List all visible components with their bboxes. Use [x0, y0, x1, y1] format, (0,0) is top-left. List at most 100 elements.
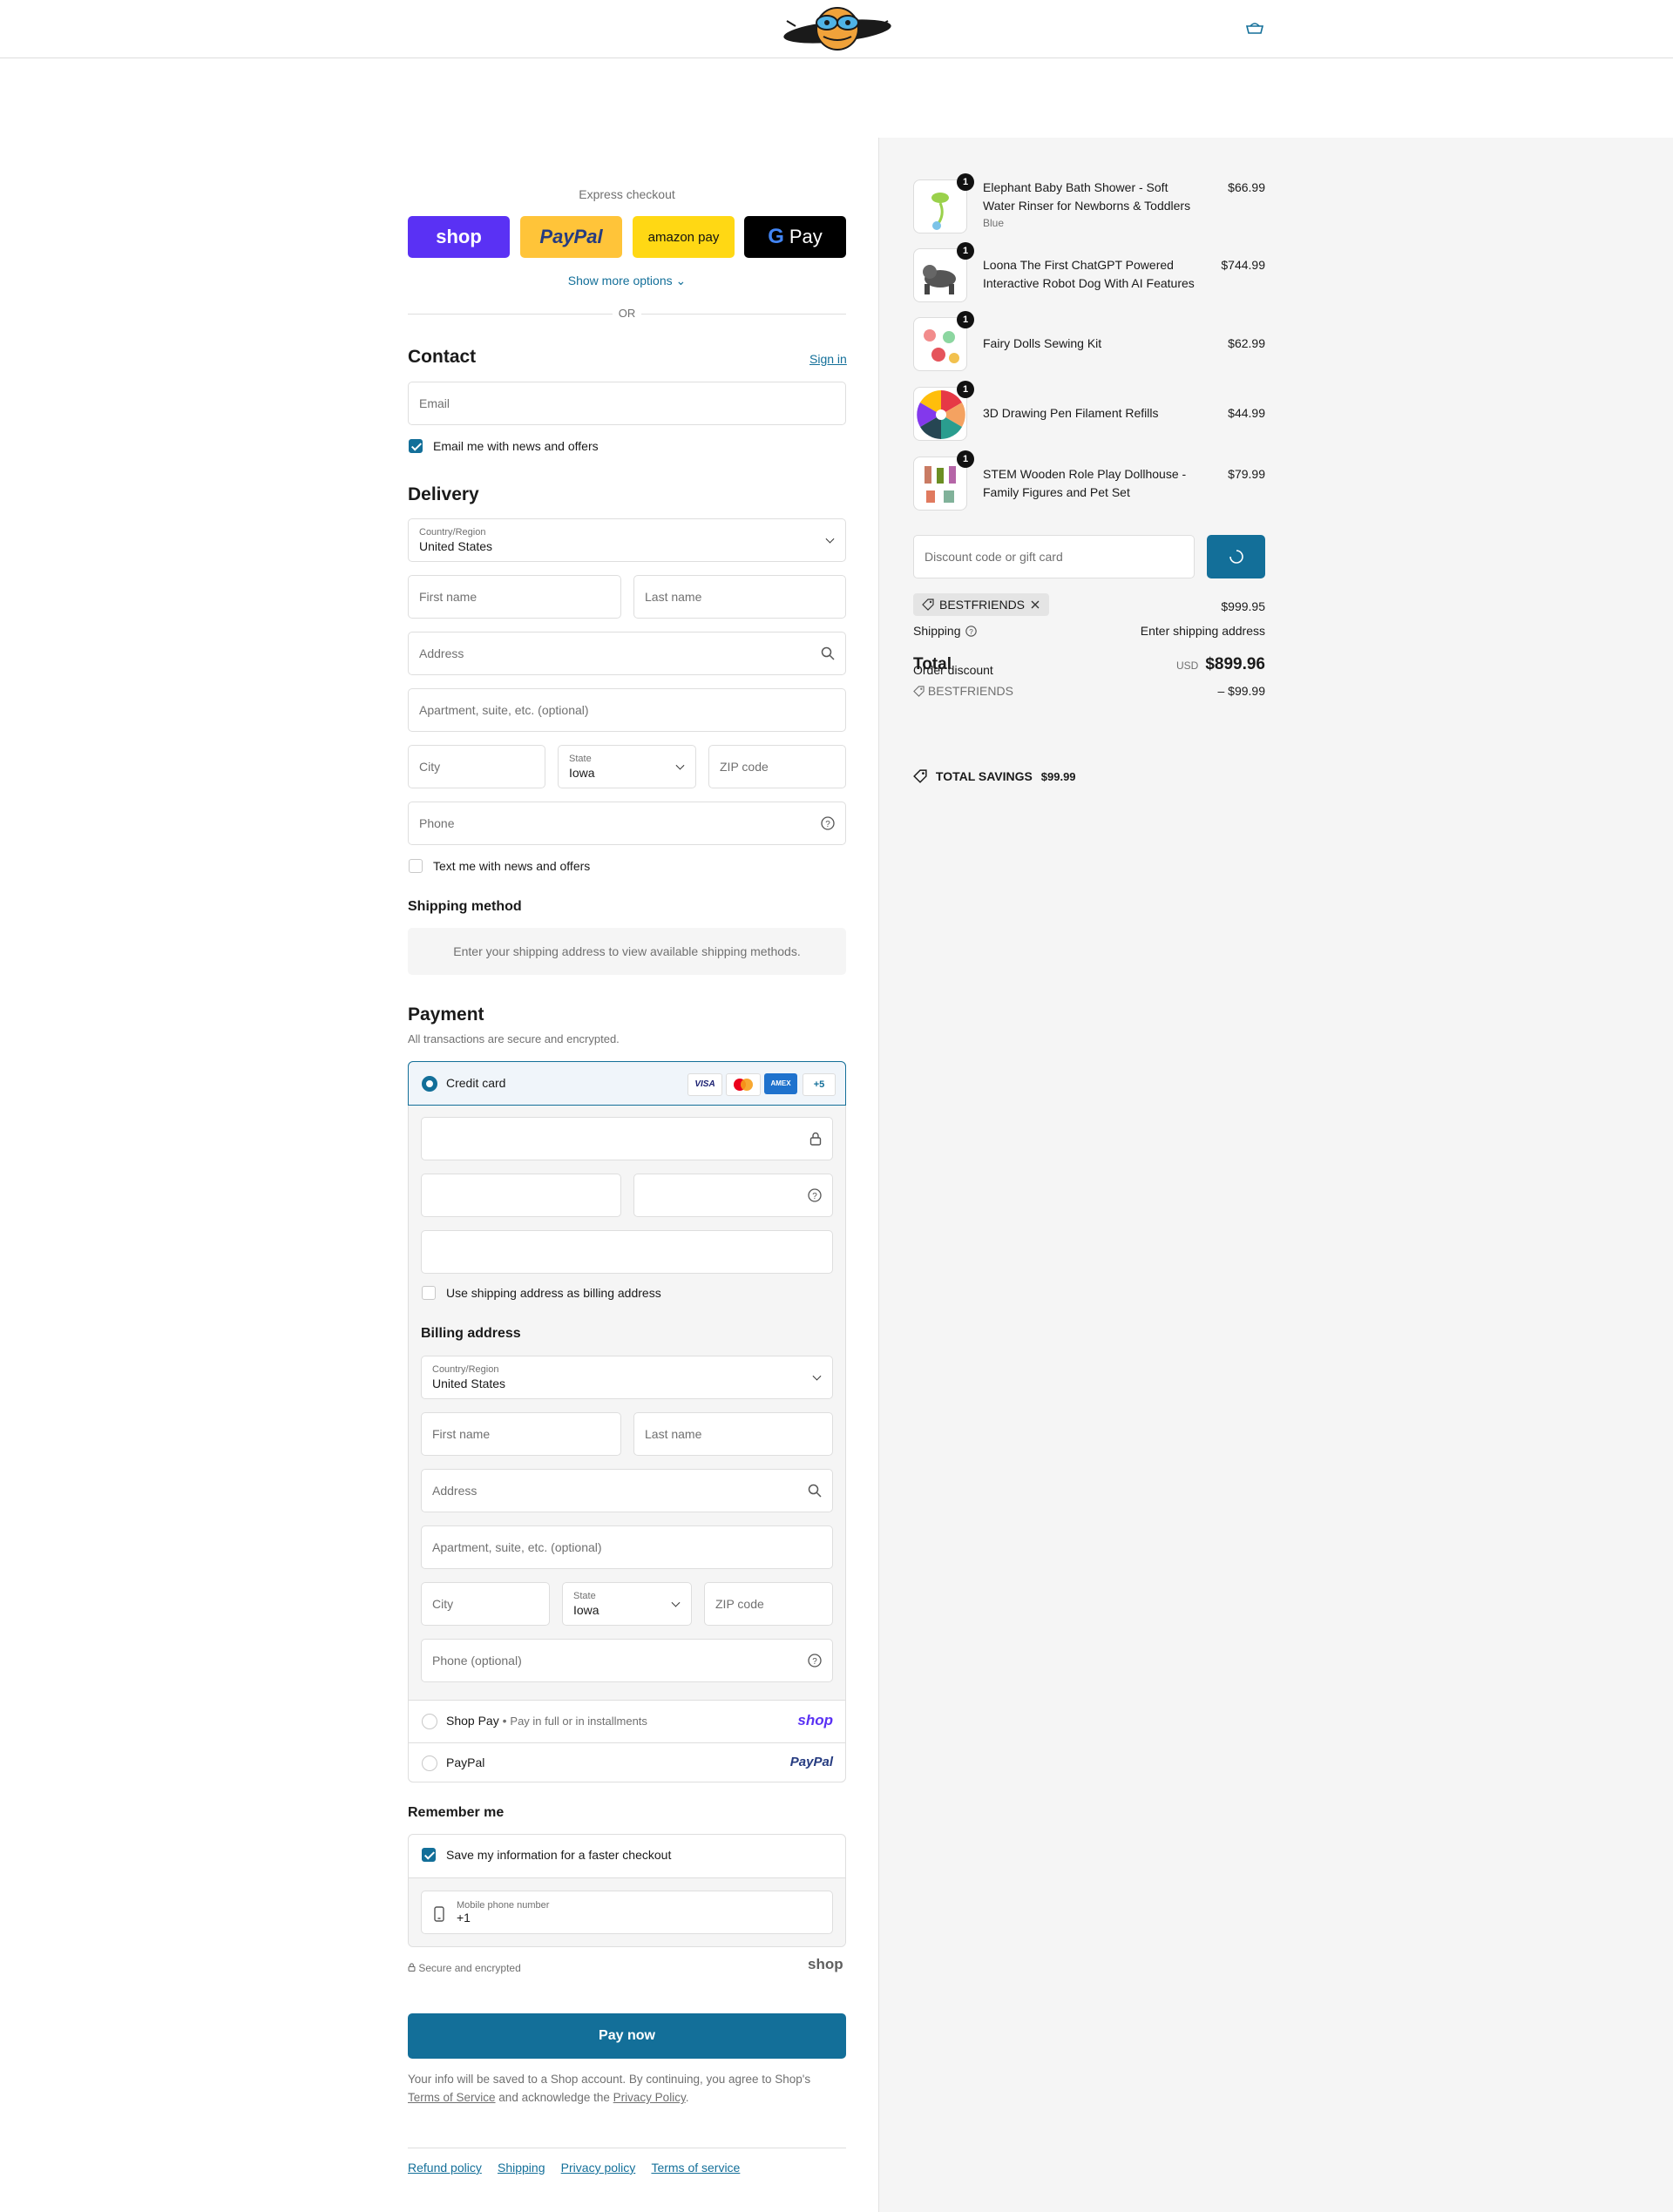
paypal-label: PayPal [539, 226, 603, 247]
paypal-option-label: PayPal [446, 1755, 485, 1769]
total-label: Total [913, 655, 952, 673]
card-number-input[interactable] [421, 1117, 833, 1160]
mobile-phone-input[interactable]: Mobile phone number +1 [421, 1891, 833, 1934]
city-input[interactable]: City [408, 745, 545, 788]
card-form-area: ? Use shipping address as billing addres… [409, 1106, 845, 1701]
close-icon[interactable] [1030, 599, 1040, 610]
apply-discount-button[interactable] [1207, 535, 1265, 578]
billing-first-name-input[interactable]: First name [421, 1412, 621, 1456]
discount-code-input[interactable]: Discount code or gift card [913, 535, 1195, 578]
paypal-button[interactable]: PayPal [520, 216, 622, 258]
security-code-input[interactable]: ? [633, 1174, 833, 1217]
billing-zip-placeholder: ZIP code [715, 1597, 764, 1611]
privacy-policy-link[interactable]: Privacy policy [561, 2161, 636, 2175]
cart-icon[interactable] [1245, 21, 1264, 35]
billing-address-placeholder: Address [432, 1484, 478, 1498]
billing-address-input[interactable]: Address [421, 1469, 833, 1512]
address-input[interactable]: Address [408, 632, 846, 675]
billing-country-label: Country/Region [432, 1363, 499, 1375]
use-shipping-address-checkbox[interactable] [422, 1286, 436, 1300]
phone-input[interactable]: Phone ? [408, 802, 846, 845]
legal-mid: and acknowledge the [498, 2091, 610, 2104]
total-amount: USD $899.96 [1176, 655, 1265, 674]
search-icon [808, 1484, 822, 1498]
lock-icon [408, 1963, 416, 1972]
address-placeholder: Address [419, 646, 464, 660]
quantity-badge: 1 [957, 311, 974, 328]
order-summary-panel [878, 138, 1673, 2212]
mobile-phone-value: +1 [457, 1911, 471, 1925]
text-news-label: Text me with news and offers [433, 859, 591, 873]
credit-card-radio[interactable] [422, 1076, 437, 1092]
billing-phone-input[interactable]: Phone (optional) ? [421, 1639, 833, 1682]
divider-left [408, 314, 613, 315]
help-icon[interactable]: ? [808, 1188, 822, 1202]
billing-last-name-input[interactable]: Last name [633, 1412, 833, 1456]
total-value: $899.96 [1205, 655, 1265, 673]
expiration-date-input[interactable] [421, 1174, 621, 1217]
billing-apartment-placeholder: Apartment, suite, etc. (optional) [432, 1540, 602, 1554]
email-news-checkbox[interactable] [409, 439, 423, 453]
shipping-policy-link[interactable]: Shipping [498, 2161, 545, 2175]
email-input[interactable]: Email [408, 382, 846, 425]
text-news-checkbox[interactable] [409, 859, 423, 873]
help-icon[interactable]: ? [821, 816, 835, 830]
last-name-input[interactable]: Last name [633, 575, 846, 619]
name-on-card-input[interactable] [421, 1230, 833, 1274]
store-logo[interactable] [778, 5, 897, 52]
email-news-label: Email me with news and offers [433, 439, 599, 453]
billing-state-label: State [573, 1590, 596, 1601]
shipping-method-message: Enter your shipping address to view avai… [453, 944, 801, 958]
billing-city-placeholder: City [432, 1597, 454, 1611]
first-name-placeholder: First name [419, 590, 478, 604]
shop-pay-option[interactable]: Shop Pay • Pay in full or in installment… [409, 1701, 845, 1743]
show-more-options-link[interactable]: Show more options ⌄ [408, 274, 846, 288]
shop-pay-button[interactable]: shop [408, 216, 510, 258]
help-icon[interactable]: ? [808, 1654, 822, 1667]
quantity-badge: 1 [957, 450, 974, 468]
payment-subtitle: All transactions are secure and encrypte… [408, 1032, 620, 1045]
chevron-down-icon [675, 761, 685, 770]
sign-in-link[interactable]: Sign in [809, 352, 847, 366]
save-info-checkbox[interactable] [422, 1848, 436, 1862]
product-name: Elephant Baby Bath Shower - Soft Water R… [983, 180, 1191, 213]
pay-now-label: Pay now [599, 2028, 655, 2043]
credit-card-option[interactable]: Credit card VISA AMEX +5 [408, 1061, 846, 1106]
paypal-radio[interactable] [422, 1755, 437, 1771]
show-more-options-label: Show more options [567, 274, 673, 287]
shop-terms-link[interactable]: Terms of Service [408, 2091, 496, 2104]
legal-line: Your info will be saved to a Shop accoun… [408, 2073, 811, 2086]
state-select[interactable]: State Iowa [558, 745, 696, 788]
shop-privacy-link[interactable]: Privacy Policy [613, 2091, 686, 2104]
phone-placeholder: Phone [419, 816, 455, 830]
billing-apartment-input[interactable]: Apartment, suite, etc. (optional) [421, 1525, 833, 1569]
remember-me-panel: Save my information for a faster checkou… [408, 1834, 846, 1947]
billing-phone-placeholder: Phone (optional) [432, 1654, 522, 1667]
help-icon[interactable]: ? [965, 626, 978, 637]
shop-pay-radio[interactable] [422, 1714, 437, 1729]
paypal-option[interactable]: PayPal PayPal [409, 1743, 845, 1782]
discount-line-value: – $99.99 [1217, 684, 1266, 698]
apartment-input[interactable]: Apartment, suite, etc. (optional) [408, 688, 846, 732]
amazon-pay-button[interactable]: amazon pay [633, 216, 735, 258]
google-pay-button[interactable]: G Pay [744, 216, 846, 258]
billing-city-input[interactable]: City [421, 1582, 550, 1626]
paypal-logo: PayPal [789, 1755, 833, 1769]
country-select[interactable]: Country/Region United States [408, 518, 846, 562]
pay-now-button[interactable]: Pay now [408, 2013, 846, 2059]
more-cards-badge: +5 [803, 1073, 836, 1096]
billing-first-name-placeholder: First name [432, 1427, 491, 1441]
terms-of-service-link[interactable]: Terms of service [651, 2161, 740, 2175]
country-value: United States [419, 538, 493, 553]
billing-state-select[interactable]: State Iowa [562, 1582, 692, 1626]
state-label: State [569, 753, 592, 764]
billing-country-select[interactable]: Country/Region United States [421, 1356, 833, 1399]
billing-zip-input[interactable]: ZIP code [704, 1582, 833, 1626]
first-name-input[interactable]: First name [408, 575, 621, 619]
chevron-down-icon: ⌄ [675, 274, 687, 287]
refund-policy-link[interactable]: Refund policy [408, 2161, 482, 2175]
chevron-down-icon [825, 534, 835, 544]
zip-input[interactable]: ZIP code [708, 745, 846, 788]
state-value: Iowa [569, 765, 595, 780]
shop-pay-option-label: Shop Pay • Pay in full or in installment… [446, 1714, 647, 1728]
